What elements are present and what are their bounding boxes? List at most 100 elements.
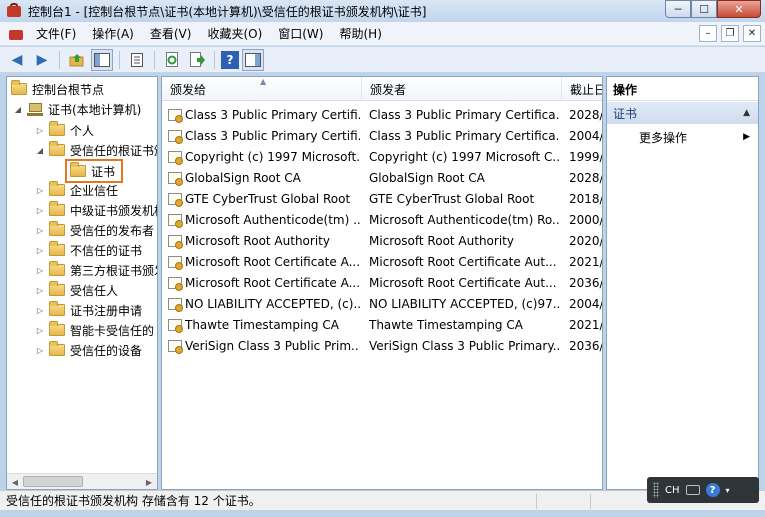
folder-icon: [11, 80, 27, 95]
scroll-left-arrow-icon[interactable]: ◀: [7, 474, 23, 489]
cell-issued-to: Microsoft Authenticode(tm) ...: [185, 212, 360, 227]
table-row[interactable]: Microsoft Root Certificate A... Microsof…: [162, 272, 602, 293]
tree-node-label: 受信任人: [70, 283, 119, 298]
certificate-list[interactable]: 颁发给 ▲ 颁发者 截止日 Class 3 Public Primary Cer…: [161, 76, 603, 490]
cell-issued-by: Class 3 Public Primary Certifica...: [369, 107, 559, 122]
toolbar-separator: [154, 50, 155, 69]
tree-node-trusted-people[interactable]: ▷ 受信任人: [35, 280, 118, 300]
table-row[interactable]: GlobalSign Root CA GlobalSign Root CA 20…: [162, 167, 602, 188]
expand-arrow-icon[interactable]: ▷: [35, 245, 45, 255]
tree-node-smart-card-trusted-roots[interactable]: ▷ 智能卡受信任的: [35, 320, 154, 340]
folder-icon: [49, 181, 65, 196]
cell-issued-to: NO LIABILITY ACCEPTED, (c)...: [185, 296, 360, 311]
expand-arrow-icon[interactable]: ▷: [35, 285, 45, 295]
column-header-issued-to[interactable]: 颁发给 ▲: [162, 77, 362, 101]
expand-arrow-icon[interactable]: ▷: [35, 325, 45, 335]
cell-issued-to: Thawte Timestamping CA: [185, 317, 339, 332]
table-row[interactable]: GTE CyberTrust Global Root GTE CyberTrus…: [162, 188, 602, 209]
maximize-button[interactable]: ☐: [691, 0, 717, 18]
collapse-section-icon[interactable]: ▲: [743, 108, 750, 118]
scrollbar-thumb[interactable]: [23, 476, 83, 487]
tree-horizontal-scrollbar[interactable]: ◀ ▶: [7, 473, 157, 489]
table-row[interactable]: Thawte Timestamping CA Thawte Timestampi…: [162, 314, 602, 335]
table-row[interactable]: Microsoft Root Certificate A... Microsof…: [162, 251, 602, 272]
console-tree[interactable]: 控制台根节点 ◢ 证书(本地计算机) ▷ 个人 ◢ 受信任的根证书颁发 证书 ▷…: [6, 76, 158, 490]
table-row[interactable]: Microsoft Authenticode(tm) ... Microsoft…: [162, 209, 602, 230]
tree-node-trusted-root-ca[interactable]: ◢ 受信任的根证书颁发: [35, 140, 157, 160]
column-header-issued-by[interactable]: 颁发者: [362, 77, 562, 101]
tree-node-label: 不信任的证书: [70, 243, 143, 258]
toolbar: ◀ ▶ ?: [0, 47, 765, 73]
input-language-indicator[interactable]: CH: [665, 485, 680, 496]
table-row[interactable]: Microsoft Root Authority Microsoft Root …: [162, 230, 602, 251]
expand-arrow-icon[interactable]: ▷: [35, 265, 45, 275]
certificate-icon: [168, 255, 183, 270]
tree-node-console-root[interactable]: 控制台根节点: [11, 79, 104, 99]
tree-node-third-party-root-ca[interactable]: ▷ 第三方根证书颁发: [35, 260, 157, 280]
window-bottom-border: [0, 510, 765, 517]
tree-node-trusted-publishers[interactable]: ▷ 受信任的发布者: [35, 220, 154, 240]
close-button[interactable]: ✕: [717, 0, 761, 18]
table-row[interactable]: Copyright (c) 1997 Microsoft... Copyrigh…: [162, 146, 602, 167]
actions-section-certificates[interactable]: 证书 ▲: [607, 102, 758, 124]
mdi-close-button[interactable]: ✕: [743, 25, 761, 42]
collapse-arrow-icon[interactable]: ◢: [13, 104, 23, 114]
expand-arrow-icon[interactable]: ▷: [35, 185, 45, 195]
menu-favorites[interactable]: 收藏夹(O): [199, 23, 270, 44]
mmc-app-icon[interactable]: [6, 3, 22, 19]
table-row[interactable]: NO LIABILITY ACCEPTED, (c)... NO LIABILI…: [162, 293, 602, 314]
language-bar[interactable]: CH ? ▾: [647, 477, 759, 503]
up-folder-icon[interactable]: [66, 49, 88, 71]
help-icon[interactable]: ?: [221, 50, 239, 69]
scroll-right-arrow-icon[interactable]: ▶: [141, 474, 157, 489]
export-list-icon[interactable]: [186, 49, 208, 71]
column-header-expiration[interactable]: 截止日: [562, 77, 602, 101]
menu-help[interactable]: 帮助(H): [331, 23, 389, 44]
cell-expiration: 2036/: [569, 275, 603, 290]
show-hide-console-tree-icon[interactable]: [91, 48, 113, 71]
options-chevron-icon[interactable]: ▾: [726, 486, 730, 495]
cell-issued-to: VeriSign Class 3 Public Prim...: [185, 338, 360, 353]
title-bar[interactable]: 控制台1 - [控制台根节点\证书(本地计算机)\受信任的根证书颁发机构\证书]…: [0, 0, 765, 22]
column-header-label: 颁发者: [370, 82, 407, 97]
expand-arrow-icon[interactable]: ▷: [35, 125, 45, 135]
table-row[interactable]: VeriSign Class 3 Public Prim... VeriSign…: [162, 335, 602, 356]
table-row[interactable]: Class 3 Public Primary Certifi... Class …: [162, 104, 602, 125]
tree-node-certificate-enrollment-requests[interactable]: ▷ 证书注册申请: [35, 300, 142, 320]
tree-node-personal[interactable]: ▷ 个人: [35, 120, 94, 140]
tree-node-trusted-devices[interactable]: ▷ 受信任的设备: [35, 340, 142, 360]
menu-window[interactable]: 窗口(W): [270, 23, 331, 44]
collapse-arrow-icon[interactable]: ◢: [35, 145, 45, 155]
table-row[interactable]: Class 3 Public Primary Certifi... Class …: [162, 125, 602, 146]
mdi-restore-button[interactable]: ❐: [721, 25, 739, 42]
certificate-icon: [168, 150, 183, 165]
folder-icon: [49, 241, 65, 256]
forward-arrow-icon[interactable]: ▶: [31, 49, 53, 71]
tree-node-local-computer-certs[interactable]: ◢ 证书(本地计算机): [13, 99, 141, 119]
menu-action[interactable]: 操作(A): [84, 23, 142, 44]
keyboard-icon[interactable]: [685, 485, 700, 495]
expand-arrow-icon[interactable]: ▷: [35, 305, 45, 315]
mdi-minimize-button[interactable]: –: [699, 25, 717, 42]
minimize-button[interactable]: ─: [665, 0, 691, 18]
tree-node-untrusted-certificates[interactable]: ▷ 不信任的证书: [35, 240, 142, 260]
drag-handle-icon[interactable]: [653, 482, 659, 498]
more-actions-item[interactable]: 更多操作 ▶: [607, 126, 758, 148]
expand-arrow-icon[interactable]: ▷: [35, 225, 45, 235]
show-hide-action-pane-icon[interactable]: [242, 48, 264, 71]
expand-arrow-icon[interactable]: ▷: [35, 205, 45, 215]
expand-arrow-icon[interactable]: ▷: [35, 345, 45, 355]
certificate-icon: [168, 339, 183, 354]
menu-view[interactable]: 查看(V): [142, 23, 200, 44]
help-icon[interactable]: ?: [705, 483, 720, 497]
tree-node-label: 证书注册申请: [70, 303, 143, 318]
submenu-arrow-icon: ▶: [743, 132, 750, 142]
cell-issued-to: GTE CyberTrust Global Root: [185, 191, 351, 206]
back-arrow-icon[interactable]: ◀: [6, 49, 28, 71]
refresh-icon[interactable]: [161, 49, 183, 71]
console-icon[interactable]: [8, 27, 24, 41]
tree-node-intermediate-ca[interactable]: ▷ 中级证书颁发机构: [35, 200, 157, 220]
tree-node-enterprise-trust[interactable]: ▷ 企业信任: [35, 180, 118, 200]
properties-icon[interactable]: [126, 49, 148, 71]
menu-file[interactable]: 文件(F): [28, 23, 84, 44]
